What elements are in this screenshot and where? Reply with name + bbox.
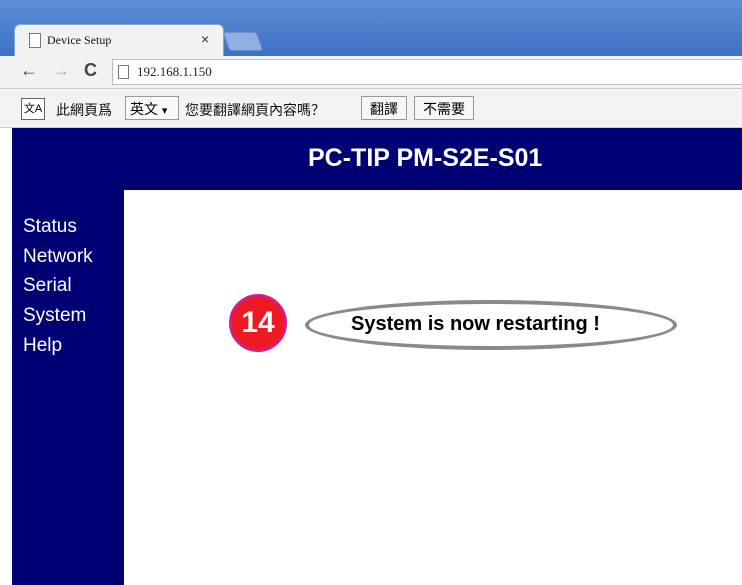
tab-close-icon[interactable]: × bbox=[201, 31, 209, 47]
translate-prompt-prefix: 此網頁爲 bbox=[56, 102, 112, 118]
step-number-badge: 14 bbox=[229, 294, 287, 352]
decline-button[interactable]: 不需要 bbox=[414, 96, 474, 120]
main-content bbox=[124, 190, 742, 585]
sidebar-item-system[interactable]: System bbox=[23, 305, 86, 327]
translate-button[interactable]: 翻譯 bbox=[361, 96, 407, 120]
address-bar[interactable]: 192.168.1.150 bbox=[112, 59, 742, 85]
language-value: 英文 bbox=[130, 101, 158, 117]
sidebar-item-help[interactable]: Help bbox=[23, 335, 62, 357]
translate-prompt-suffix: 您要翻譯網頁內容嗎？ bbox=[185, 102, 325, 118]
translate-bar: 文A 此網頁爲 英文 ▾ 您要翻譯網頁內容嗎？ 翻譯 不需要 bbox=[0, 89, 742, 128]
language-select[interactable]: 英文 ▾ bbox=[125, 96, 179, 120]
sidebar-item-status[interactable]: Status bbox=[23, 216, 77, 238]
page-header: PC-TIP PM-S2E-S01 bbox=[12, 128, 742, 190]
tab-title: Device Setup bbox=[47, 33, 112, 47]
forward-arrow-icon[interactable]: → bbox=[52, 60, 70, 81]
page-title: PC-TIP PM-S2E-S01 bbox=[308, 144, 543, 172]
sidebar-item-serial[interactable]: Serial bbox=[23, 275, 72, 297]
chevron-down-icon: ▾ bbox=[161, 105, 168, 117]
address-url[interactable]: 192.168.1.150 bbox=[137, 64, 212, 80]
browser-toolbar: ← → C 192.168.1.150 bbox=[0, 56, 742, 89]
sidebar-item-network[interactable]: Network bbox=[23, 246, 93, 268]
browser-tab-strip: Device Setup × bbox=[0, 0, 742, 57]
translate-icon: 文A bbox=[21, 98, 45, 120]
sidebar-nav: Status Network Serial System Help bbox=[12, 190, 124, 585]
status-message: System is now restarting ! bbox=[351, 313, 600, 335]
reload-icon[interactable]: C bbox=[84, 60, 97, 81]
page-icon bbox=[118, 65, 129, 79]
back-arrow-icon[interactable]: ← bbox=[20, 60, 38, 81]
page-icon bbox=[29, 33, 41, 48]
new-tab-button[interactable] bbox=[222, 32, 264, 51]
tab-device-setup[interactable]: Device Setup × bbox=[14, 24, 224, 57]
